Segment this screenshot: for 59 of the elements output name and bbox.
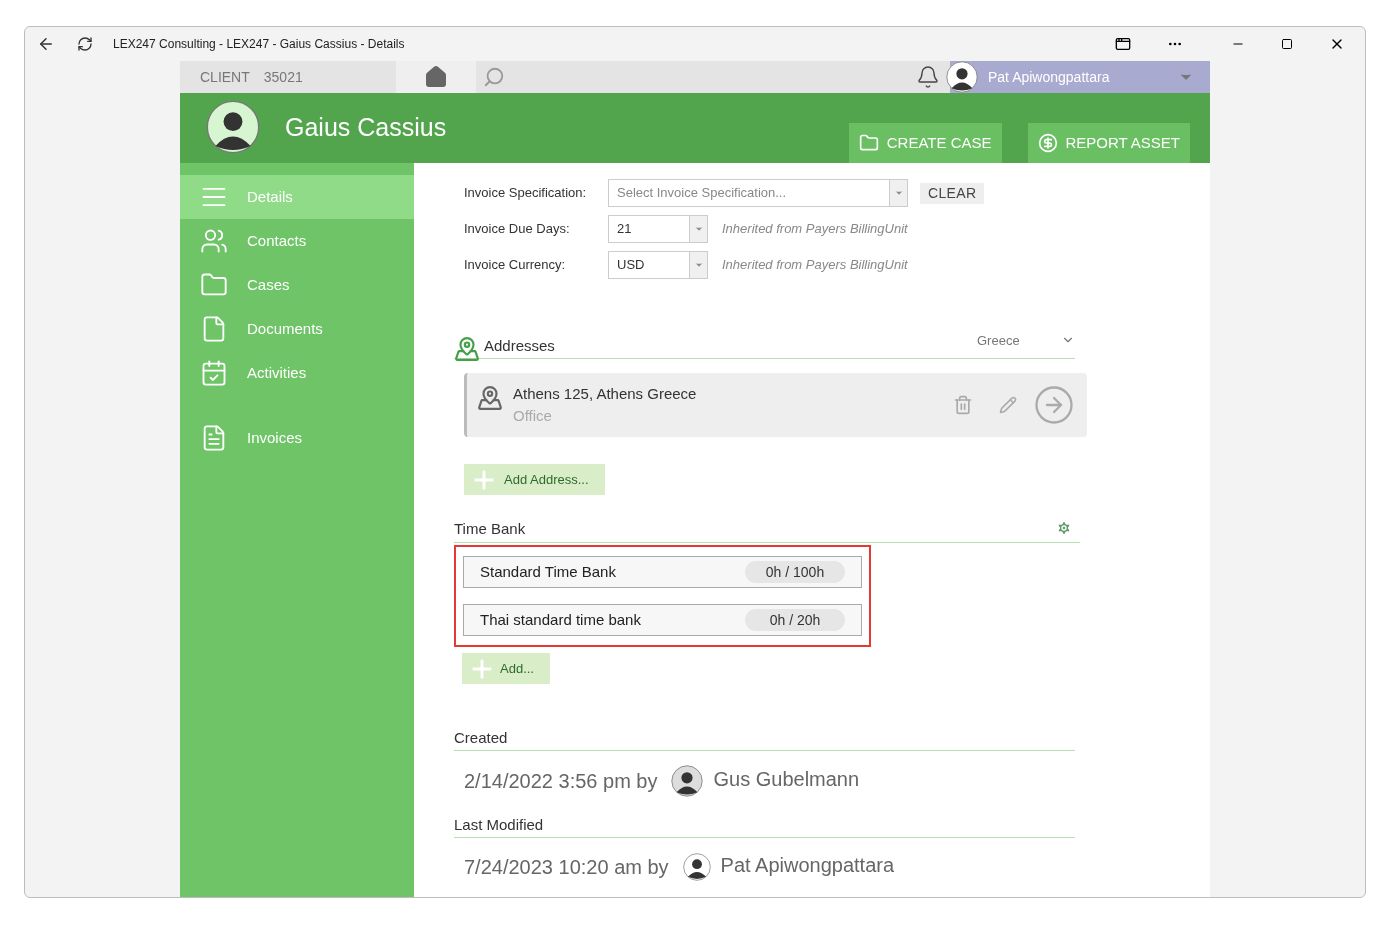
folder-icon: [858, 133, 879, 153]
section-title: Last Modified: [454, 816, 544, 833]
sidebar-item[interactable]: Cases: [180, 263, 414, 307]
avatar-icon: [946, 61, 978, 93]
user-name: Pat Apiwongpattara: [720, 853, 895, 878]
dollar-icon: [1037, 133, 1058, 153]
section-title: Time Bank: [454, 518, 526, 539]
map-icon: [454, 336, 480, 362]
home-icon: [424, 65, 448, 89]
field-label: Invoice Due Days:: [464, 220, 571, 239]
client-name: Gaius Cassius: [285, 112, 447, 143]
field-label: Invoice Specification:: [464, 184, 588, 203]
header-action-button[interactable]: CREATE CASE: [848, 123, 1002, 163]
add-address-button[interactable]: Add Address...: [464, 464, 605, 495]
avatar-icon: [682, 853, 711, 881]
avatar-icon: [206, 100, 260, 154]
dropdown-field[interactable]: Select Invoice Specification...: [608, 179, 908, 207]
header-action-button[interactable]: REPORT ASSET: [1027, 123, 1190, 163]
caret-icon: [693, 260, 704, 270]
client-number: 35021: [263, 67, 303, 87]
clear-button[interactable]: CLEAR: [920, 182, 985, 204]
refresh-icon[interactable]: [77, 36, 93, 52]
inherited-note: Inherited from Payers BillingUnit: [722, 256, 908, 275]
app-window-icon[interactable]: [1115, 36, 1131, 52]
dropdown-field[interactable]: USD: [608, 251, 708, 279]
time-bank-row[interactable]: Thai standard time bank 0h / 20h: [463, 604, 862, 636]
hours-pill: 0h / 100h: [745, 561, 845, 583]
window-title: LEX247 Consulting - LEX247 - Gaius Cassius - Details: [113, 36, 405, 53]
field-label: Invoice Currency:: [464, 256, 567, 275]
time-bank-row[interactable]: Standard Time Bank 0h / 100h: [463, 556, 862, 588]
country-dropdown[interactable]: Greece: [977, 330, 1075, 350]
calendar-icon: [200, 359, 228, 387]
avatar-icon: [671, 765, 704, 797]
home-button[interactable]: [396, 61, 476, 93]
timestamp: 7/24/2023 10:20 am by: [464, 855, 669, 880]
inherited-note: Inherited from Payers BillingUnit: [722, 220, 908, 239]
client-label: CLIENT: [200, 67, 250, 87]
search-icon: [483, 66, 505, 88]
sidebar-item[interactable]: Contacts: [180, 219, 414, 263]
sidebar-item[interactable]: Invoices: [180, 416, 414, 460]
caret-icon: [893, 188, 904, 198]
sidebar-item[interactable]: Activities: [180, 351, 414, 395]
hours-pill: 0h / 20h: [745, 609, 845, 631]
dropdown-field[interactable]: 21: [608, 215, 708, 243]
bell-icon[interactable]: [916, 65, 940, 89]
section-title: Addresses: [484, 335, 555, 356]
timestamp: 2/14/2022 3:56 pm by: [464, 769, 658, 794]
caret-icon: [693, 224, 704, 234]
people-icon: [200, 227, 228, 255]
user-name: Gus Gubelmann: [713, 767, 860, 792]
map-icon: [477, 385, 503, 411]
back-icon[interactable]: [37, 35, 55, 53]
settings-icon[interactable]: [1056, 520, 1072, 536]
address-line: Athens 125, Athens Greece: [513, 383, 697, 404]
sidebar-item[interactable]: Documents: [180, 307, 414, 351]
section-title: Created: [454, 729, 508, 746]
add-time-bank-button[interactable]: Add...: [462, 653, 550, 684]
maximize-icon[interactable]: [1281, 38, 1293, 50]
address-type: Office: [513, 406, 553, 426]
